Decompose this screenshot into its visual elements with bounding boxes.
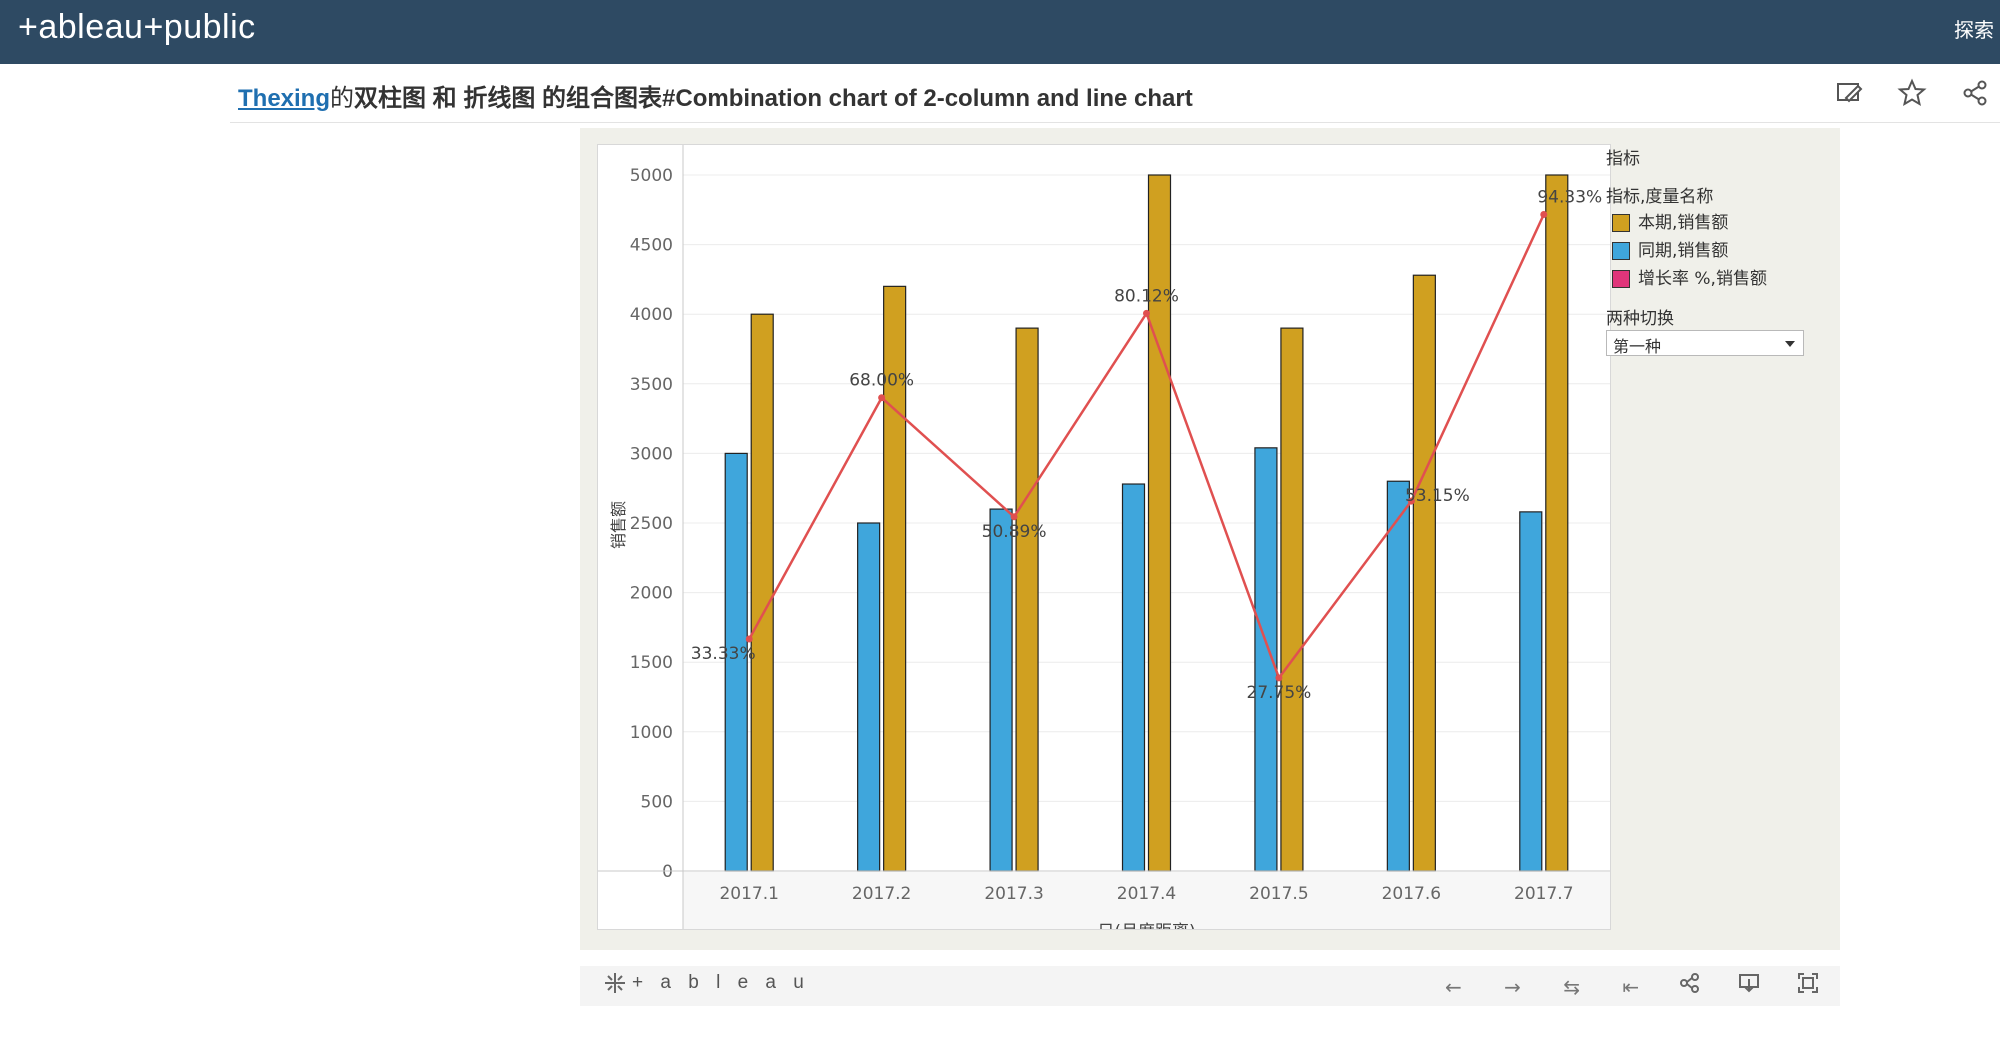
y-tick-label: 4000	[630, 305, 673, 325]
switch-dropdown[interactable]: 第一种	[1606, 330, 1804, 356]
combination-chart: 33.33% 68.00% 50.89% 80.12% 27.75% 53.15% 94.3…	[598, 145, 1610, 929]
x-tick-label: 2017.3	[984, 884, 1043, 904]
legend-swatch-prior	[1612, 242, 1630, 260]
legend-label-prior: 同期,销售额	[1638, 241, 1729, 261]
y-axis-title: 销售额	[609, 501, 628, 549]
x-tick-label: 2017.4	[1117, 884, 1176, 904]
bar-prior	[1519, 511, 1543, 872]
redo-icon[interactable]: →	[1499, 973, 1527, 1001]
chart-panel: 33.33% 68.00% 50.89% 80.12% 27.75% 53.15% 94.3…	[597, 144, 1611, 930]
legend-item-prior[interactable]: 同期,销售额	[1612, 236, 1729, 261]
y-tick-label: 0	[662, 862, 673, 882]
revert-icon[interactable]: ⇆	[1558, 973, 1586, 1001]
growth-point	[878, 394, 886, 402]
bar-current	[1147, 174, 1172, 872]
author-link[interactable]: Thexing	[238, 85, 330, 112]
bar-prior	[1386, 480, 1410, 872]
y-tick-label: 5000	[630, 166, 673, 186]
growth-data-label: 33.33%	[691, 644, 756, 664]
tableau-public-logo[interactable]: +ableau+public	[18, 8, 256, 47]
title-row: Thexing的双柱图 和 折线图 的组合图表#Combination char…	[230, 78, 2000, 123]
undo-icon[interactable]: ←	[1439, 973, 1467, 1001]
bar-current	[1015, 327, 1039, 872]
legend-title: 指标	[1606, 149, 1640, 169]
bar-prior	[1254, 447, 1278, 872]
y-tick-label: 4500	[630, 236, 673, 256]
x-tick-label: 2017.2	[852, 884, 911, 904]
top-header-bar: +ableau+public 探索	[0, 0, 2000, 64]
growth-data-label: 27.75%	[1247, 683, 1312, 703]
switch-dropdown-value: 第一种	[1613, 337, 1662, 356]
bar-current	[750, 313, 774, 872]
toolbar-actions: ← → ⇆ ⇤	[1413, 972, 1822, 1001]
fullscreen-icon[interactable]	[1794, 972, 1822, 1000]
legend-swatch-growth	[1612, 270, 1630, 288]
tableau-toolbar-logo[interactable]: + a b l e a u	[604, 972, 810, 994]
legend-label-growth: 增长率 %,销售额	[1638, 269, 1767, 289]
legend-item-current[interactable]: 本期,销售额	[1612, 208, 1729, 233]
download-icon[interactable]	[1735, 972, 1763, 1000]
y-tick-label: 2000	[630, 584, 673, 604]
y-tick-label: 2500	[630, 514, 673, 534]
legend-label-current: 本期,销售额	[1638, 213, 1729, 233]
star-icon[interactable]	[1897, 78, 1927, 108]
bar-current	[1280, 327, 1304, 872]
x-tick-label: 2017.1	[719, 884, 778, 904]
explore-link[interactable]: 探索	[1954, 14, 1994, 43]
title-actions	[1806, 78, 1990, 112]
tableau-cross-icon	[605, 973, 625, 993]
growth-data-label: 80.12%	[1114, 286, 1179, 306]
toolbar-brand-text: + a b l e a u	[632, 972, 810, 994]
x-tick-label: 2017.6	[1382, 884, 1441, 904]
page-title: Thexing的双柱图 和 折线图 的组合图表#Combination char…	[238, 78, 1193, 113]
title-connector: 的	[330, 85, 355, 112]
legend-item-growth[interactable]: 增长率 %,销售额	[1612, 264, 1767, 289]
growth-data-label: 50.89%	[982, 522, 1047, 542]
growth-point	[1540, 210, 1548, 218]
switch-control-title: 两种切换	[1606, 309, 1674, 329]
growth-point	[745, 635, 753, 643]
y-tick-label: 1500	[630, 653, 673, 673]
x-tick-label: 2017.7	[1514, 884, 1573, 904]
legend-subtitle: 指标,度量名称	[1606, 187, 1714, 207]
growth-point	[1275, 674, 1283, 682]
x-tick-label: 2017.5	[1249, 884, 1308, 904]
chevron-down-icon	[1785, 341, 1795, 347]
growth-point	[1010, 513, 1018, 521]
bar-current	[1412, 274, 1436, 872]
y-tick-label: 1000	[630, 723, 673, 743]
share-toolbar-icon[interactable]	[1676, 972, 1704, 1000]
y-tick-label: 3000	[630, 444, 673, 464]
growth-data-label: 94.33%	[1537, 187, 1602, 207]
viz-container: 33.33% 68.00% 50.89% 80.12% 27.75% 53.15% 94.3…	[580, 128, 1840, 950]
y-tick-label: 500	[641, 792, 673, 812]
growth-point	[1143, 309, 1150, 317]
viz-toolbar: + a b l e a u ← → ⇆ ⇤	[580, 966, 1840, 1006]
x-axis-title: 日(月度距离)	[1097, 922, 1195, 929]
reset-icon[interactable]: ⇤	[1617, 973, 1645, 1001]
growth-data-label: 68.00%	[849, 371, 914, 391]
bar-current	[1545, 174, 1569, 872]
share-icon[interactable]	[1960, 78, 1990, 108]
growth-data-label: 53.15%	[1405, 486, 1470, 506]
legend-swatch-current	[1612, 214, 1630, 232]
bar-prior	[1121, 483, 1146, 872]
viz-title: 双柱图 和 折线图 的组合图表#Combination chart of 2-c…	[354, 85, 1193, 112]
y-tick-label: 3500	[630, 375, 673, 395]
bar-prior	[989, 508, 1013, 872]
edit-icon[interactable]	[1834, 78, 1864, 108]
bar-prior	[857, 522, 881, 872]
